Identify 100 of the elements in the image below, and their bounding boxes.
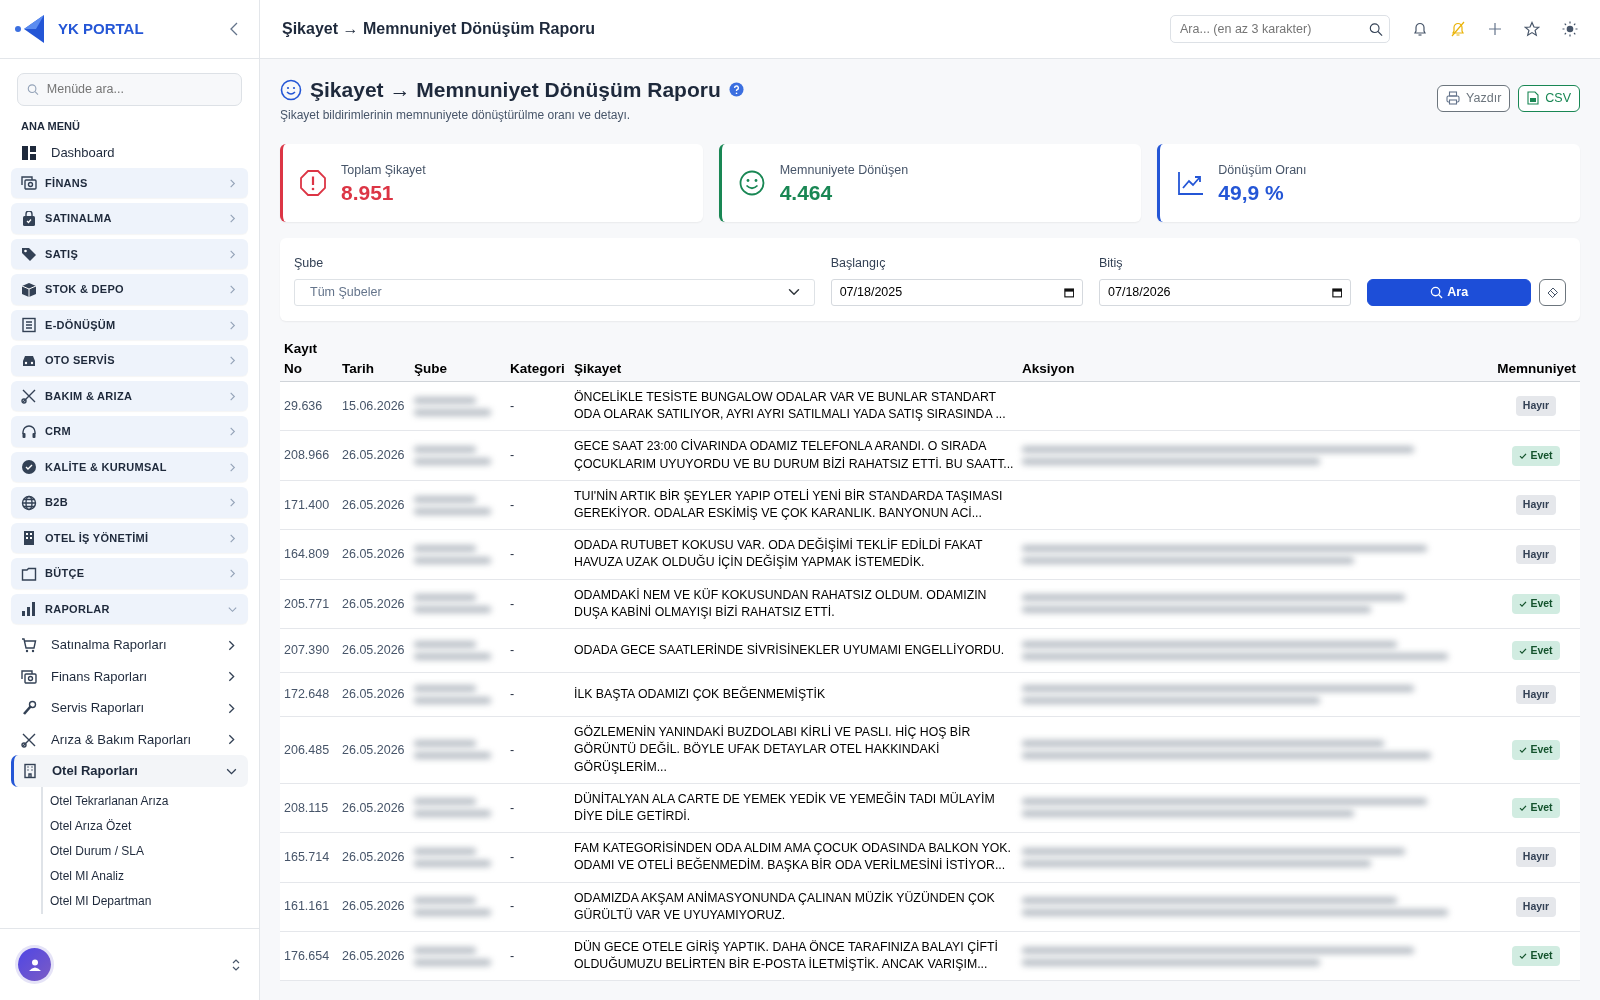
check-icon [1519,646,1528,655]
date-field[interactable]: 07/18/2026 [1099,278,1352,306]
sidebar-group[interactable]: CRM [11,416,248,447]
check-icon [1519,803,1528,812]
sidebar-link[interactable]: Otel MI Departman [43,888,248,914]
sidebar-group[interactable]: BAKIM & ARIZA [11,380,248,412]
status-badge: Evet [1512,640,1560,661]
cart-icon [21,637,37,653]
table-cell: 176.654 [280,931,338,981]
status-badge: Evet [1512,445,1560,466]
table-cell: TUI'NİN ARTIK BİR ŞEYLER YAPIP OTELİ YENİ BİR STANDARDA TAŞIMASI GEREKİYOR. ODALAR ESKİMİŞ VE ÇOK KARANLIK. BANYONUN ACİ... [570,480,1018,530]
column-header: Kategori [506,338,570,382]
sidebar-group[interactable]: B2B [11,487,248,518]
table-cell: 205.771 [280,579,338,629]
table-cell: ODADA GECE SAATLERİNDE SİVRİSİNEKLER UYUMAMI ENGELLİYORDU. [570,628,1018,673]
chevron-right-icon [227,426,238,437]
smiley-icon [280,78,302,101]
sidebar-link[interactable]: Otel Durum / SLA [43,838,248,864]
chevron-right-icon [227,497,238,508]
column-header: Kayıt No [280,338,338,382]
sidebar-group[interactable]: OTO SERVİS [11,345,248,376]
bell-icon[interactable] [1412,21,1428,37]
sidebar-subitem[interactable]: Servis Raporları [11,692,248,724]
table-cell: - [506,529,570,580]
table-cell: 208.966 [280,430,338,481]
status-badge: Evet [1512,594,1560,614]
sidebar-group[interactable]: OTEL İŞ YÖNETİMİ [11,522,248,554]
sidebar-group[interactable]: KALİTE & KURUMSAL [11,451,248,483]
stat-value: 49,9 % [1218,179,1285,206]
chevron-right-icon [227,390,238,402]
star-icon[interactable] [1524,21,1540,37]
document-icon [21,317,37,333]
field-label: Şube [294,255,325,273]
section-title: ANA MENÜ [21,118,81,134]
printer-icon [1446,91,1461,106]
bar-chart-icon [21,601,37,617]
chevron-right-icon [227,284,238,295]
branch-select[interactable]: Tüm Şubeler [294,278,815,306]
sidebar-group[interactable]: FİNANS [11,167,248,199]
chevron-right-icon [227,248,238,260]
collapse-chevron-icon[interactable] [229,22,239,36]
table-cell: 206.485 [280,716,338,784]
sidebar-subitem[interactable]: Satınalma Raporları [11,629,248,661]
sidebar-group[interactable]: BÜTÇE [11,558,248,589]
sidebar-group[interactable]: E-DÖNÜŞÜM [11,309,248,341]
chevron-right-icon [227,319,238,331]
user-avatar[interactable] [18,948,51,981]
sidebar-group[interactable]: SATINALMA [11,203,248,234]
menu-search-field[interactable]: Menüde ara... [17,73,242,106]
sidebar-link[interactable]: Otel MI Analiz [43,863,248,889]
sidebar-subitem[interactable]: Finans Raporları [11,660,248,693]
brand-name: YK PORTAL [58,18,145,39]
table-cell: 26.05.2026 [338,430,410,481]
sidebar-group[interactable]: STOK & DEPO [11,274,248,305]
calendar-icon [1331,286,1343,298]
sidebar-group[interactable]: SATIŞ [11,238,248,270]
table-cell: 26.05.2026 [338,672,410,717]
table-cell: 171.400 [280,480,338,530]
tools-icon [21,388,37,404]
smiley-icon [737,169,766,198]
date-field[interactable]: 07/18/2025 [830,278,1083,306]
table-cell: 26.05.2026 [338,579,410,629]
table-cell: ODAMDAKİ NEM VE KÜF KOKUSUNDAN RAHATSIZ OLDUM. ODAMIZIN DUŞA KABİNİ OLMAYIŞI BİZİ RAHATSIZ ETTİ. [570,579,1018,629]
global-search-field[interactable]: Ara... (en az 3 karakter) [1170,14,1390,44]
table-cell: - [506,882,570,932]
field-label: Başlangıç [830,255,887,273]
sidebar-subitem[interactable]: Arıza & Bakım Raporları [11,723,248,756]
menu-search-input[interactable]: Menüde ara... [44,79,232,100]
trend-chart-icon [1176,169,1205,198]
check-icon [1519,451,1528,460]
sidebar-group[interactable]: RAPORLAR [11,593,248,625]
search-button[interactable]: Ara [1367,278,1531,306]
globe-icon [21,494,37,511]
check-icon [1519,952,1528,961]
sidebar-link[interactable]: Otel Tekrarlanan Arıza [43,788,248,814]
table-cell: 26.05.2026 [338,783,410,833]
status-badge: Hayır [1515,896,1557,917]
table-cell: 26.05.2026 [338,628,410,673]
check-icon [1519,599,1528,608]
check-icon [1519,745,1528,754]
building-icon [21,530,37,546]
chevron-right-icon [227,461,238,473]
status-badge: Hayır [1515,684,1557,705]
help-icon[interactable] [728,82,744,98]
print-button[interactable]: Yazdır [1437,85,1511,112]
sidebar-subitem[interactable]: Otel Raporları [11,755,248,787]
sidebar-item[interactable]: Dashboard [11,138,248,168]
status-badge: Hayır [1515,847,1557,868]
table-cell: ÖNCELİKLE TESİSTE BUNGALOW ODALAR VAR VE BUNLAR STANDART ODA OLARAK SATILIYOR, AYRI AYRI SATILMALI YADA SATIŞ SIRASINDA ... [570,381,1018,431]
sidebar-link[interactable]: Otel Arıza Özet [43,813,248,839]
clear-filters-button[interactable] [1539,278,1566,306]
csv-export-button[interactable]: CSV [1518,85,1580,112]
wrench-icon [21,700,37,716]
sun-icon[interactable] [1562,21,1578,37]
tag-icon [21,246,37,262]
table-cell: - [506,716,570,784]
report-heading: Şikayet → Memnuniyet Dönüşüm Raporu [310,77,721,103]
table-cell: 26.05.2026 [338,931,410,981]
expand-toggle-icon[interactable] [231,957,241,972]
column-header: Şube [410,338,506,382]
